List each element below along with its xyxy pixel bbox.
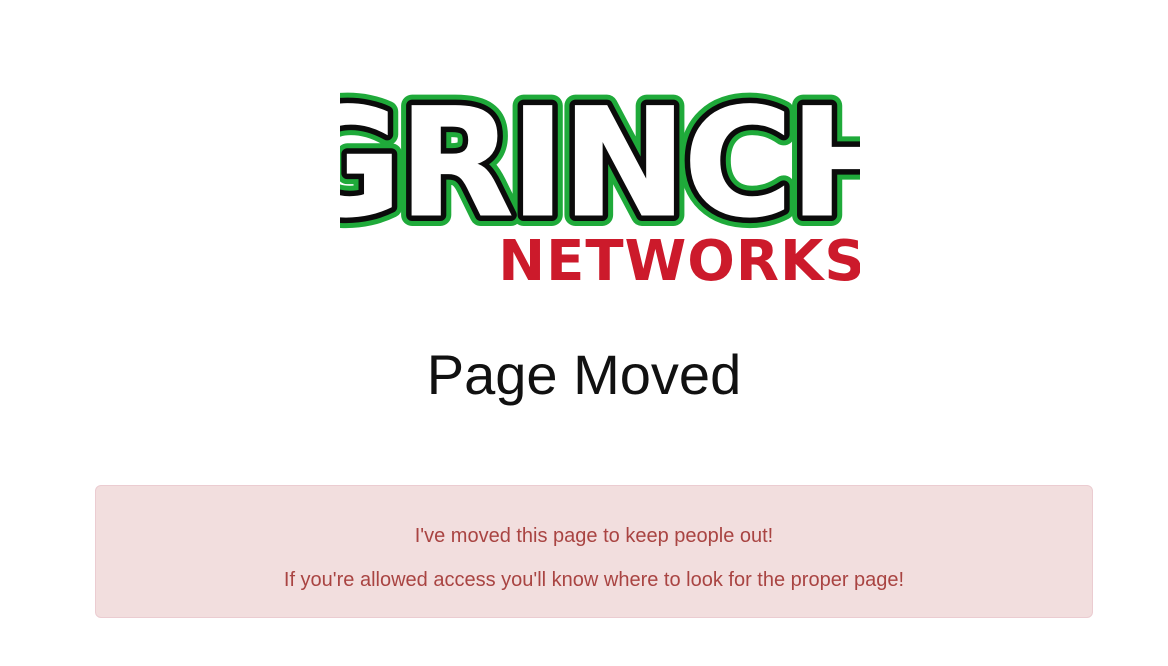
alert-danger: I've moved this page to keep people out!… (95, 485, 1093, 618)
svg-text:GRINCH: GRINCH (340, 77, 860, 251)
alert-line-1: I've moved this page to keep people out! (414, 525, 774, 547)
grinch-networks-logo: GRINCH GRINCH GRINCH NETWORKS (340, 30, 860, 292)
page-title: Page Moved (426, 343, 742, 406)
alert-line-2: If you're allowed access you'll know whe… (283, 569, 905, 591)
logo-networks-text: NETWORKS (498, 229, 860, 292)
